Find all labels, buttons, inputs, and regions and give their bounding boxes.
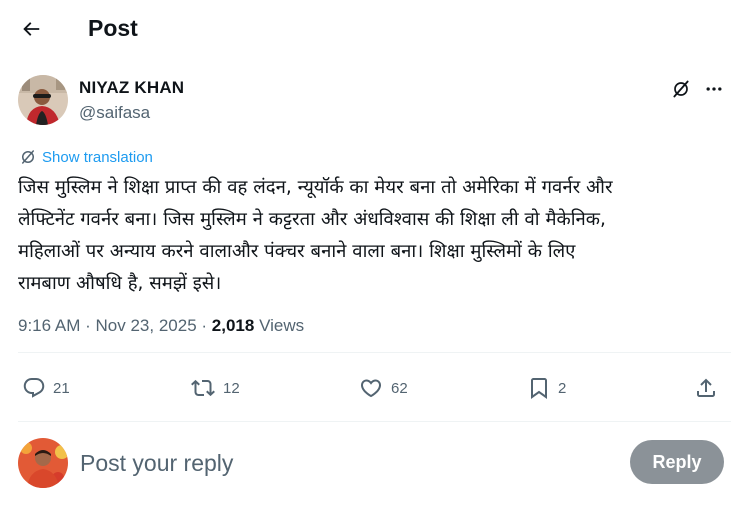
divider [18, 421, 731, 422]
views-count: 2,018 [211, 316, 255, 335]
reply-input[interactable] [80, 445, 610, 481]
repost-icon [191, 379, 215, 397]
heart-icon [360, 379, 382, 398]
more-options-button[interactable] [700, 77, 728, 101]
repost-action-button[interactable]: 12 [190, 374, 240, 402]
tweet-meta: 9:16 AM · Nov 23, 2025 · 2,018 Views [18, 314, 304, 338]
arrow-left-icon [23, 22, 40, 36]
reply-count: 21 [53, 379, 70, 397]
current-user-avatar[interactable] [18, 438, 68, 488]
reply-button[interactable]: Reply [630, 440, 724, 484]
bookmark-icon [531, 378, 547, 399]
page-title: Post [88, 15, 138, 41]
tweet-text-line: रामबाण औषधि है, समझें इसे। [18, 273, 222, 294]
grok-icon [22, 150, 34, 164]
tweet-time[interactable]: 9:16 AM [18, 316, 80, 335]
divider [18, 352, 731, 353]
bookmark-count: 2 [558, 379, 567, 397]
grok-icon [673, 80, 689, 98]
tweet-text-line: महिलाओं पर अन्याय करने वालाऔर पंक्चर बना… [18, 241, 576, 262]
top-bar: Post [0, 0, 749, 56]
like-count: 62 [391, 379, 408, 397]
show-translation-label: Show translation [42, 148, 153, 166]
views-label: Views [259, 316, 305, 335]
tweet-date[interactable]: Nov 23, 2025 [96, 316, 197, 335]
share-action-button[interactable] [694, 374, 718, 402]
tweet-text: जिस मुस्लिम ने शिक्षा प्राप्त की वह लंदन… [18, 172, 733, 300]
like-action-button[interactable]: 62 [358, 374, 408, 402]
tweet-text-line: लेफ्टिनेंट गवर्नर बना। जिस मुस्लिम ने कट… [18, 209, 606, 230]
meta-separator: · [85, 316, 91, 335]
author-name[interactable]: NIYAZ KHAN [79, 77, 184, 99]
share-icon [697, 378, 715, 397]
reply-action-button[interactable]: 21 [22, 374, 70, 402]
bookmark-action-button[interactable]: 2 [527, 374, 566, 402]
tweet-text-line: जिस मुस्लिम ने शिक्षा प्राप्त की वह लंदन… [18, 177, 613, 198]
grok-button[interactable] [668, 77, 694, 101]
more-horizontal-icon [706, 87, 722, 91]
author-handle[interactable]: @saifasa [79, 102, 150, 124]
show-translation-link[interactable]: Show translation [19, 147, 153, 167]
author-avatar[interactable] [18, 75, 68, 125]
meta-separator: · [201, 316, 208, 335]
back-button[interactable] [14, 12, 48, 46]
reply-icon [23, 378, 45, 398]
repost-count: 12 [223, 379, 240, 397]
